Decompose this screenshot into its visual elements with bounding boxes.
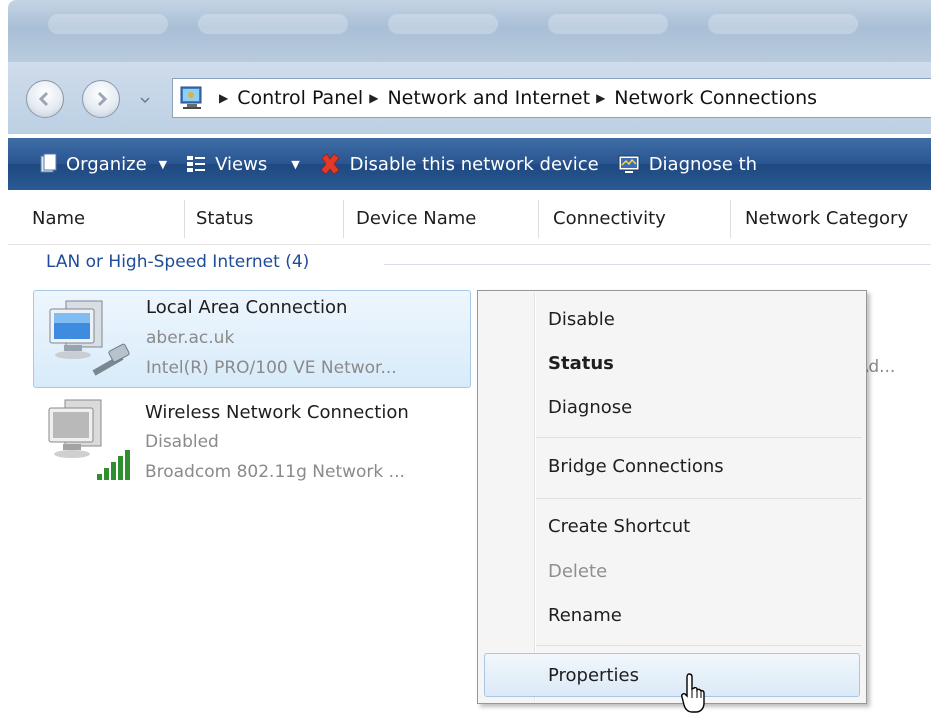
connection-status: Disabled	[145, 432, 219, 452]
hand-pointer-icon	[681, 673, 705, 713]
control-panel-icon	[180, 86, 202, 109]
back-button[interactable]	[26, 80, 64, 118]
breadcrumb-network-connections[interactable]: Network Connections	[614, 87, 817, 109]
back-arrow-icon	[38, 91, 49, 107]
title-bar-blur	[388, 14, 498, 34]
menu-item-create-shortcut[interactable]: Create Shortcut	[548, 516, 690, 537]
recent-pages-dropdown[interactable]	[140, 95, 150, 105]
breadcrumb-separator-icon[interactable]: ▶	[596, 91, 605, 105]
views-label: Views	[215, 153, 268, 175]
group-divider	[384, 264, 931, 265]
breadcrumb-control-panel[interactable]: Control Panel	[237, 87, 363, 109]
organize-icon	[40, 153, 57, 173]
menu-item-properties[interactable]: Properties	[548, 665, 639, 686]
views-button[interactable]: Views ▼	[181, 138, 304, 190]
address-field[interactable]: ▶ Control Panel ▶ Network and Internet ▶…	[172, 78, 931, 118]
menu-gutter	[535, 293, 536, 701]
breadcrumb-separator-icon: ▶	[219, 91, 229, 105]
command-toolbar: Organize ▼ Views ▼ Disable this network …	[8, 138, 931, 190]
title-bar-blur	[708, 14, 858, 34]
title-bar-blur	[548, 14, 668, 34]
forward-button[interactable]	[82, 80, 120, 118]
column-header-name[interactable]: Name	[32, 194, 85, 244]
connection-device: Intel(R) PRO/100 VE Networ...	[146, 358, 397, 378]
connection-device: Broadcom 802.11g Network ...	[145, 462, 405, 482]
column-header-device-name[interactable]: Device Name	[356, 194, 476, 244]
column-header-connectivity[interactable]: Connectivity	[553, 194, 666, 244]
group-header-lan[interactable]: LAN or High-Speed Internet (4)	[46, 252, 309, 272]
disable-device-button[interactable]: Disable this network device	[314, 138, 603, 190]
column-divider[interactable]	[343, 200, 344, 238]
explorer-window: ▶ Control Panel ▶ Network and Internet ▶…	[8, 0, 931, 718]
forward-arrow-icon	[97, 91, 108, 107]
column-headers: Name Status Device Name Connectivity Net…	[8, 194, 931, 245]
column-divider[interactable]	[730, 200, 731, 238]
diagnose-button[interactable]: Diagnose th	[613, 138, 761, 190]
title-bar-blur	[48, 14, 168, 34]
views-icon	[187, 156, 206, 172]
connection-name: Local Area Connection	[146, 297, 348, 318]
chevron-down-icon: ▼	[158, 157, 168, 171]
diagnose-icon	[618, 155, 640, 173]
menu-item-rename[interactable]: Rename	[548, 605, 622, 626]
red-x-icon	[320, 153, 340, 175]
connection-name: Wireless Network Connection	[145, 402, 409, 423]
breadcrumb-network-and-internet[interactable]: Network and Internet	[387, 87, 590, 109]
menu-item-highlight[interactable]	[484, 653, 860, 697]
column-divider[interactable]	[184, 200, 185, 238]
column-divider[interactable]	[538, 200, 539, 238]
diagnose-label: Diagnose th	[648, 153, 758, 175]
column-header-status[interactable]: Status	[196, 194, 253, 244]
organize-button[interactable]: Organize ▼	[34, 138, 171, 190]
lan-connection-icon	[49, 300, 130, 376]
menu-item-disable[interactable]: Disable	[548, 309, 615, 330]
menu-item-diagnose[interactable]: Diagnose	[548, 397, 632, 418]
chevron-down-icon: ▼	[291, 157, 300, 171]
menu-item-status[interactable]: Status	[548, 353, 614, 374]
menu-item-delete: Delete	[548, 561, 608, 582]
menu-item-bridge-connections[interactable]: Bridge Connections	[548, 456, 724, 477]
menu-separator	[536, 645, 862, 646]
menu-separator	[536, 498, 862, 499]
organize-label: Organize	[66, 153, 147, 175]
connection-status: aber.ac.uk	[146, 328, 235, 348]
breadcrumb-separator-icon[interactable]: ▶	[369, 91, 378, 105]
wireless-connection-icon	[48, 399, 130, 480]
disable-device-label: Disable this network device	[349, 153, 599, 175]
connection-item-local-area[interactable]: Local Area Connection aber.ac.uk Intel(R…	[33, 290, 471, 388]
title-bar-blur	[198, 14, 348, 34]
context-menu: Disable Status Diagnose Bridge Connectio…	[477, 290, 867, 704]
connection-item-wireless[interactable]: Wireless Network Connection Disabled Bro…	[33, 390, 471, 488]
title-bar	[8, 0, 931, 62]
menu-separator	[536, 437, 862, 438]
column-header-network-category[interactable]: Network Category	[745, 194, 908, 244]
